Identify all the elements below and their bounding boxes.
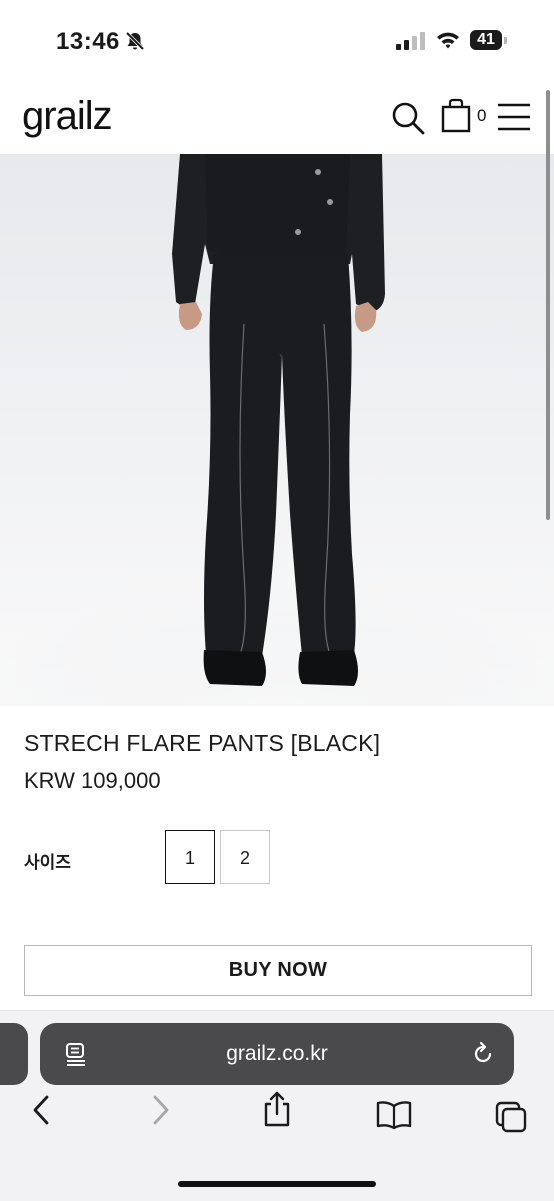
bell-slash-icon [124, 30, 146, 57]
size-option-2[interactable]: 2 [220, 830, 270, 884]
site-logo[interactable]: grailz [22, 94, 113, 139]
page-scroll-indicator [546, 90, 550, 520]
bookmarks-icon[interactable] [376, 1100, 412, 1135]
url-text[interactable]: grailz.co.kr [40, 1023, 514, 1085]
wifi-icon [436, 30, 460, 55]
share-icon[interactable] [262, 1090, 292, 1133]
back-icon[interactable] [30, 1094, 52, 1131]
reader-mode-icon[interactable] [64, 1042, 88, 1071]
search-icon[interactable] [390, 100, 426, 141]
home-indicator [178, 1181, 376, 1187]
previous-tab-preview[interactable] [0, 1023, 28, 1085]
status-time: 13:46 [56, 28, 120, 55]
product-photo [0, 154, 554, 706]
status-bar: 13:46 41 [0, 0, 554, 80]
buy-now-button[interactable]: BUY NOW [24, 945, 532, 996]
reload-icon[interactable] [470, 1041, 496, 1072]
address-bar[interactable]: grailz.co.kr [40, 1023, 514, 1085]
shopping-bag-icon[interactable] [440, 98, 474, 139]
product-image[interactable] [0, 154, 554, 706]
tabs-icon[interactable] [494, 1100, 528, 1139]
cellular-signal-icon [396, 32, 426, 55]
battery-icon: 41 [470, 30, 508, 52]
forward-icon[interactable] [150, 1094, 172, 1131]
product-price: KRW 109,000 [24, 768, 161, 793]
product-title: STRECH FLARE PANTS [BLACK] [24, 730, 381, 756]
battery-level: 41 [477, 31, 495, 48]
cart-count: 0 [477, 106, 487, 125]
size-option-1[interactable]: 1 [165, 830, 215, 884]
site-header: grailz 0 [0, 80, 554, 154]
size-label: 사이즈 [24, 853, 71, 872]
hamburger-menu-icon[interactable] [496, 102, 532, 137]
